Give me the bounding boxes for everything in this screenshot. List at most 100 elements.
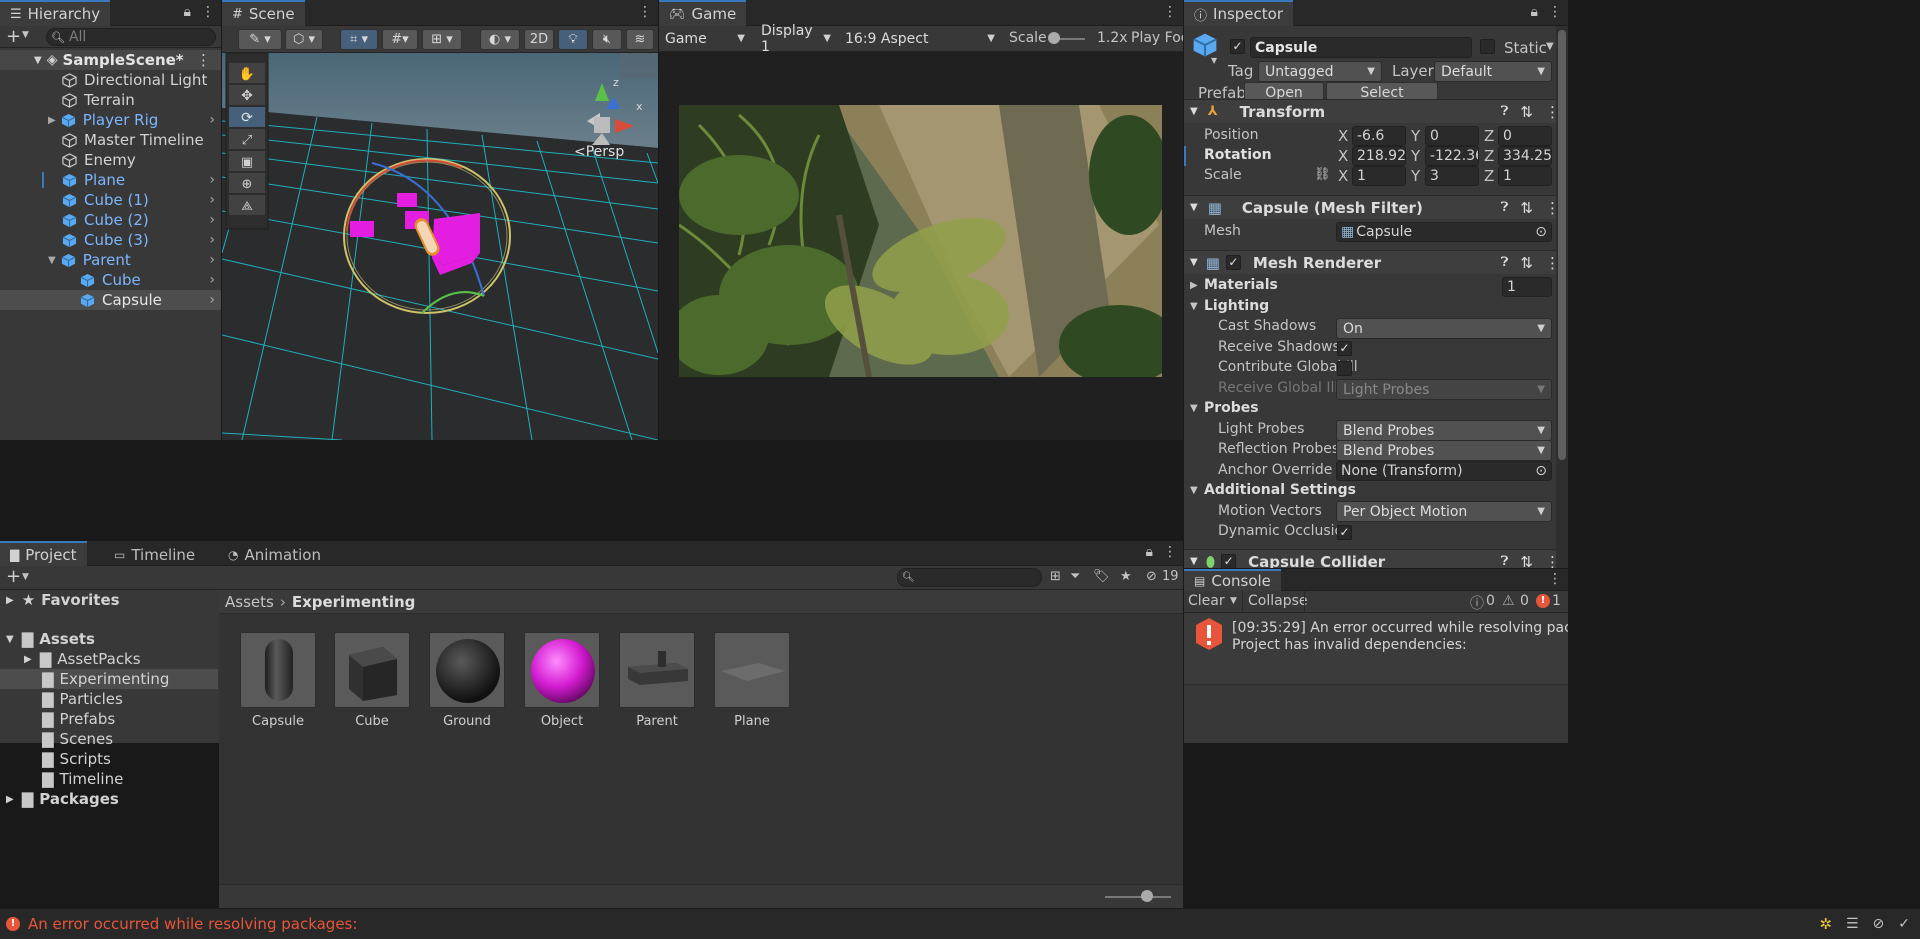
folder-item-selected[interactable]: ▇ Experimenting	[0, 669, 218, 689]
constrain-proportions-icon[interactable]: ⛓︎	[1314, 167, 1331, 182]
gizmo-toggle-button[interactable]: ⌗ ▾	[340, 29, 378, 50]
shading-button[interactable]: ◐ ▾	[480, 29, 520, 50]
favorite-icon[interactable]: ★	[1120, 569, 1132, 584]
assets-row[interactable]: ▼ ▇ Assets	[0, 629, 218, 649]
chevron-down-icon[interactable]: ▼	[1211, 56, 1217, 65]
static-checkbox[interactable]	[1480, 39, 1495, 54]
layer-dropdown[interactable]: Default ▼	[1434, 61, 1552, 82]
chevron-right-icon[interactable]: ›	[209, 232, 215, 248]
chevron-down-icon[interactable]: ▼	[6, 634, 14, 645]
favorites-row[interactable]: ▶ ★ Favorites	[0, 590, 218, 610]
display-dropdown[interactable]: Display 1 ▼	[755, 23, 837, 55]
chevron-down-icon[interactable]: ▼	[1230, 596, 1237, 606]
folder-item[interactable]: ▇ Prefabs	[0, 709, 218, 729]
asset-item[interactable]: Capsule	[239, 632, 317, 729]
tab-hierarchy[interactable]: ☰ Hierarchy	[0, 0, 111, 26]
folder-item[interactable]: ▇ Scenes	[0, 729, 218, 749]
mesh-renderer-enabled-checkbox[interactable]: ✓	[1225, 255, 1241, 270]
hierarchy-item[interactable]: ▶ Player Rig ›	[0, 110, 221, 130]
render-mode-button[interactable]: ⬡ ▾	[285, 29, 323, 50]
asset-item[interactable]: Cube	[333, 632, 411, 729]
console-clear-button[interactable]: Clear	[1188, 593, 1225, 609]
lighting-toggle-button[interactable]: 💡︎	[558, 29, 588, 50]
effects-button[interactable]: ≋	[626, 29, 654, 50]
tab-inspector[interactable]: ⓘ Inspector	[1184, 0, 1293, 26]
tab-timeline[interactable]: ▭ Timeline	[104, 541, 205, 566]
preset-icon[interactable]: ⇅	[1520, 103, 1533, 121]
kebab-menu-icon[interactable]: ⋮	[638, 4, 652, 20]
thumbnail-size-slider-handle[interactable]	[1141, 890, 1153, 902]
chevron-right-icon[interactable]: ▶	[6, 794, 14, 805]
asset-item[interactable]: Ground	[428, 632, 506, 729]
kebab-menu-icon[interactable]: ⋮	[201, 4, 215, 20]
persp-label[interactable]: <Persp	[574, 144, 624, 160]
chevron-right-icon[interactable]: ›	[209, 112, 215, 128]
play-focus-dropdown[interactable]: Play Foc	[1131, 30, 1183, 46]
draw-mode-button[interactable]: ✎ ▾	[238, 29, 282, 50]
position-y-field[interactable]: 0	[1425, 126, 1479, 146]
hierarchy-item[interactable]: Terrain	[0, 90, 221, 110]
info-count-icon[interactable]: ⓘ	[1470, 593, 1484, 613]
chevron-right-icon[interactable]: ▶	[1190, 280, 1198, 291]
bug-icon[interactable]: ✲	[1819, 915, 1832, 933]
aspect-dropdown[interactable]: 16:9 Aspect ▼	[839, 28, 1001, 49]
breadcrumb-current[interactable]: Experimenting	[292, 593, 416, 611]
lock-icon[interactable]: 🔒︎	[1146, 544, 1153, 560]
chevron-down-icon[interactable]: ▼	[1546, 41, 1554, 52]
help-icon[interactable]: ❓︎	[1501, 255, 1509, 270]
packages-row[interactable]: ▶ ▇ Packages	[0, 789, 218, 809]
console-collapse-button[interactable]: Collapse	[1248, 593, 1308, 609]
folder-item[interactable]: ▶ ▇ AssetPacks	[0, 649, 218, 669]
object-picker-icon[interactable]: ⊙	[1535, 463, 1547, 479]
cache-server-icon[interactable]: ☰	[1846, 916, 1859, 932]
lock-icon[interactable]: 🔒︎	[184, 4, 191, 20]
grid-toggle-button[interactable]: #▾	[382, 29, 418, 50]
cast-shadows-dropdown[interactable]: On ▼	[1336, 318, 1552, 339]
preset-icon[interactable]: ⇅	[1520, 254, 1533, 272]
kebab-menu-icon[interactable]: ⋮	[1163, 4, 1177, 20]
preset-icon[interactable]: ⇅	[1520, 199, 1533, 217]
scale-x-field[interactable]: 1	[1352, 166, 1406, 186]
hierarchy-item[interactable]: Cube (2) ›	[0, 210, 221, 230]
folder-item[interactable]: ▇ Particles	[0, 689, 218, 709]
audio-toggle-button[interactable]: 🔇︎	[592, 29, 622, 50]
hierarchy-item[interactable]: Enemy	[0, 150, 221, 170]
capsule-collider-header[interactable]: ▼ ⬮ ✓ Capsule Collider ❓︎ ⇅ ⋮	[1184, 549, 1568, 568]
hierarchy-item[interactable]: Cube (1) ›	[0, 190, 221, 210]
chevron-down-icon[interactable]: ▼	[34, 55, 42, 66]
status-message[interactable]: An error occurred while resolving packag…	[28, 915, 357, 933]
dynamic-occlusion-checkbox[interactable]: ✓	[1337, 525, 1352, 540]
warning-count-icon[interactable]: ⚠︎	[1502, 593, 1515, 609]
chevron-right-icon[interactable]: ›	[209, 292, 215, 308]
inspector-scrollbar[interactable]	[1556, 26, 1568, 568]
chevron-right-icon[interactable]: ›	[209, 192, 215, 208]
breadcrumb-root[interactable]: Assets	[225, 593, 274, 611]
chevron-down-icon[interactable]: ▼	[48, 255, 56, 266]
chevron-right-icon[interactable]: ›	[209, 172, 215, 188]
rotation-y-field[interactable]: -122.36	[1425, 146, 1479, 166]
game-mode-dropdown[interactable]: Game ▼	[659, 28, 751, 49]
add-icon[interactable]: +	[6, 26, 21, 47]
console-message-row[interactable]: [09:35:29] An error occurred while resol…	[1184, 613, 1568, 685]
scene-row[interactable]: ▼ ◈ SampleScene* ⋮	[0, 50, 221, 70]
tab-project[interactable]: ▇ Project	[0, 541, 87, 566]
error-count-icon[interactable]: !	[1536, 594, 1550, 608]
transform-header[interactable]: ▼ ⅄ Transform ❓︎ ⇅ ⋮	[1184, 99, 1568, 123]
inspector-scrollbar-thumb[interactable]	[1558, 30, 1566, 460]
position-x-field[interactable]: -6.6	[1352, 126, 1406, 146]
search-by-label-icon[interactable]: ⏷	[1070, 569, 1080, 584]
hierarchy-item[interactable]: ▼ Parent ›	[0, 250, 221, 270]
add-icon[interactable]: +	[6, 566, 21, 587]
tab-animation[interactable]: ◔ Animation	[218, 541, 331, 566]
folder-item[interactable]: ▇ Scripts	[0, 749, 218, 769]
mesh-object-field[interactable]: ▦ Capsule ⊙	[1336, 222, 1552, 242]
kebab-menu-icon[interactable]: ⋮	[1548, 571, 1562, 587]
object-picker-icon[interactable]: ⊙	[1535, 224, 1547, 240]
kebab-menu-icon[interactable]: ⋮	[1548, 4, 1562, 20]
capsule-collider-enabled-checkbox[interactable]: ✓	[1221, 554, 1237, 568]
materials-count-field[interactable]: 1	[1502, 277, 1552, 297]
asset-item[interactable]: Parent	[618, 632, 696, 729]
scale-slider-handle[interactable]	[1048, 32, 1060, 44]
chevron-down-icon[interactable]: ▼	[22, 30, 29, 40]
reflection-probes-dropdown[interactable]: Blend Probes ▼	[1336, 440, 1552, 461]
